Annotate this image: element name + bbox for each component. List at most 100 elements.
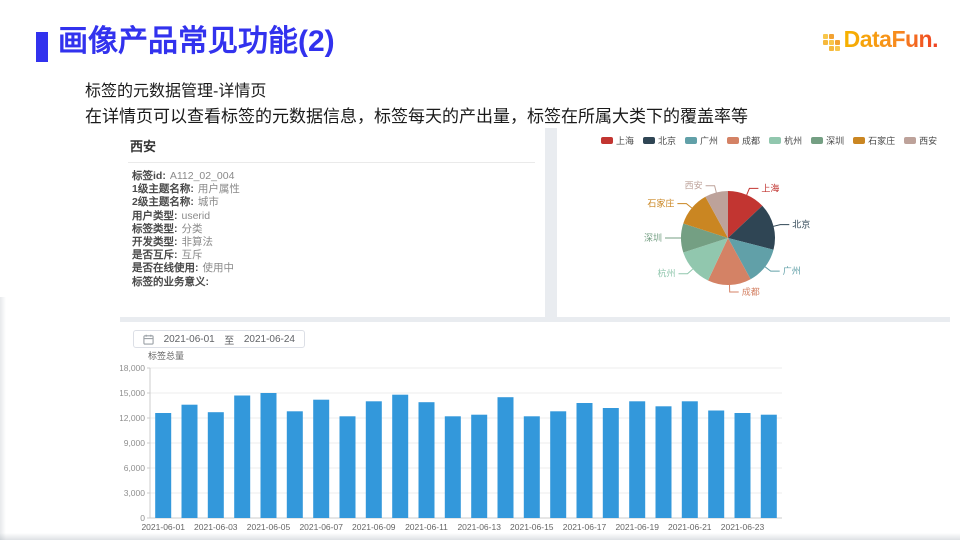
x-tick-label: 2021-06-19 [615, 522, 659, 532]
pie-label: 石家庄 [647, 198, 674, 209]
pie-label: 广州 [783, 265, 801, 276]
bar[interactable] [313, 399, 330, 518]
bar[interactable] [681, 401, 698, 518]
bar[interactable] [418, 402, 435, 518]
bar[interactable] [734, 413, 751, 518]
pie-svg: 上海北京广州成都 杭州 深圳 石家庄西安 [644, 180, 810, 297]
subtitle-line1: 标签的元数据管理-详情页 [85, 83, 267, 100]
field-value: 使用中 [202, 262, 235, 275]
x-tick-label: 2021-06-05 [247, 522, 291, 532]
bar[interactable] [550, 411, 567, 518]
pie-label: 上海 [761, 182, 779, 193]
x-tick-label: 2021-06-23 [721, 522, 765, 532]
daily-output-panel: 2021-06-01 至 2021-06-24 标签总量 0 3,000 6,000… [119, 322, 950, 540]
pie-chart: 上海 北京 广州 成都 杭州 深圳 石家庄 西安 [557, 128, 950, 317]
y-tick-label: 3,000 [124, 488, 146, 498]
pie-label-line [729, 284, 739, 293]
field-value: 非算法 [181, 236, 214, 249]
bar[interactable] [708, 410, 725, 519]
y-tick-label: 6,000 [124, 463, 146, 473]
field-label: 是否在线使用: [132, 262, 199, 275]
field-label: 1级主题名称: [132, 183, 194, 196]
x-tick-label: 2021-06-03 [194, 522, 238, 532]
pie-label: 成都 [742, 286, 760, 297]
field-label: 标签类型: [132, 222, 178, 235]
y-tick-label: 9,000 [124, 438, 146, 448]
field-row: 标签id: A112_02_004 [132, 170, 545, 183]
x-tick-label: 2021-06-09 [352, 522, 396, 532]
x-tick-label: 2021-06-17 [563, 522, 607, 532]
x-tick-label: 2021-06-15 [510, 522, 554, 532]
bar[interactable] [181, 404, 198, 518]
field-row: 开发类型: 非算法 [132, 236, 545, 249]
pie-label: 深圳 [644, 233, 662, 243]
bar[interactable] [497, 397, 514, 518]
bar[interactable] [155, 413, 172, 518]
pie-label-line [705, 185, 717, 193]
field-row: 用户类型: userid [132, 210, 545, 223]
bar[interactable] [234, 395, 251, 519]
field-row: 1级主题名称: 用户属性 [132, 183, 545, 196]
datafun-logo: DataFun. [822, 26, 939, 53]
embedded-screenshot: 西安 标签id: A112_02_004 1级主题名称: 用户属性 2级主题名称: 城市用… [119, 128, 950, 540]
bar[interactable] [286, 411, 303, 518]
metadata-fields: 标签id: A112_02_004 1级主题名称: 用户属性 2级主题名称: 城市 用户类型… [132, 170, 545, 289]
field-label: 标签id: [132, 170, 166, 182]
bar[interactable] [576, 403, 593, 518]
bar-svg: 03,0006,0009,00012,00015,00018,0002021-0… [119, 363, 782, 532]
pie-label-line [773, 224, 790, 227]
field-label: 用户类型: [132, 209, 178, 222]
bar[interactable] [523, 416, 540, 518]
slide: 画像产品常见功能(2) DataFun. 标签的元数据管理-详情页 在详情页可以… [0, 0, 960, 540]
x-tick-label: 2021-06-07 [299, 522, 343, 532]
bar[interactable] [339, 416, 356, 518]
field-row: 标签类型: 分类 [132, 223, 545, 236]
pie-label-line [678, 268, 694, 275]
bar[interactable] [207, 412, 224, 518]
field-row: 是否在线使用: 使用中 [132, 262, 545, 275]
pie-label-line [746, 187, 759, 196]
logo-text: DataFun. [843, 26, 939, 52]
field-label: 是否互斥: [132, 249, 178, 262]
x-tick-label: 2021-06-13 [457, 522, 501, 532]
field-label: 2级主题名称: [132, 196, 194, 209]
y-tick-label: 15,000 [120, 388, 145, 398]
field-value: 分类 [181, 222, 203, 235]
city-distribution-panel: 上海 北京 广州 成都 杭州 深圳 石家庄 西安 上海 北京 广州 成都 杭州 深圳 石家庄 西安 [557, 128, 950, 317]
field-value: 互斥 [181, 249, 203, 262]
field-row: 2级主题名称: 城市 [132, 196, 545, 209]
bar[interactable] [760, 414, 777, 518]
pie-label: 杭州 [657, 268, 675, 279]
bar[interactable] [629, 401, 646, 518]
field-value: 城市 [197, 196, 219, 209]
field-row: 是否互斥: 互斥 [132, 249, 545, 262]
field-label: 标签的业务意义: [132, 275, 209, 288]
title-accent-bar [36, 32, 48, 62]
pie-label: 北京 [792, 219, 810, 230]
field-label: 开发类型: [132, 236, 178, 249]
x-tick-label: 2021-06-21 [668, 522, 712, 532]
field-value: 用户属性 [197, 183, 240, 196]
bar[interactable] [365, 401, 382, 518]
pie-label-line [764, 266, 780, 272]
bar[interactable] [655, 406, 672, 518]
tag-detail-panel: 西安 标签id: A112_02_004 1级主题名称: 用户属性 2级主题名称: 城市用… [120, 128, 545, 317]
bar[interactable] [392, 394, 409, 518]
y-tick-label: 18,000 [120, 363, 145, 373]
page-title: 画像产品常见功能(2) [58, 25, 335, 58]
bar[interactable] [602, 408, 619, 518]
x-tick-label: 2021-06-11 [405, 522, 448, 532]
bar[interactable] [260, 393, 277, 518]
bar-chart: 0 3,000 6,000 9,000 12,000 15,000 18,000 2021-0… [119, 322, 950, 540]
field-value: A112_02_004 [169, 170, 235, 182]
bar[interactable] [471, 414, 488, 518]
pie-label-line [677, 203, 693, 209]
subtitle-line2: 在详情页可以查看标签的元数据信息，标签每天的产出量，标签在所属大类下的覆盖率等 [85, 107, 748, 126]
bar[interactable] [444, 416, 461, 518]
y-tick-label: 12,000 [120, 413, 145, 423]
tag-name: 西安 [130, 139, 157, 154]
field-row: 标签的业务意义: [132, 276, 545, 289]
logo-pixels-icon [822, 34, 840, 51]
field-value: userid [181, 209, 211, 222]
x-tick-label: 2021-06-01 [141, 522, 185, 532]
